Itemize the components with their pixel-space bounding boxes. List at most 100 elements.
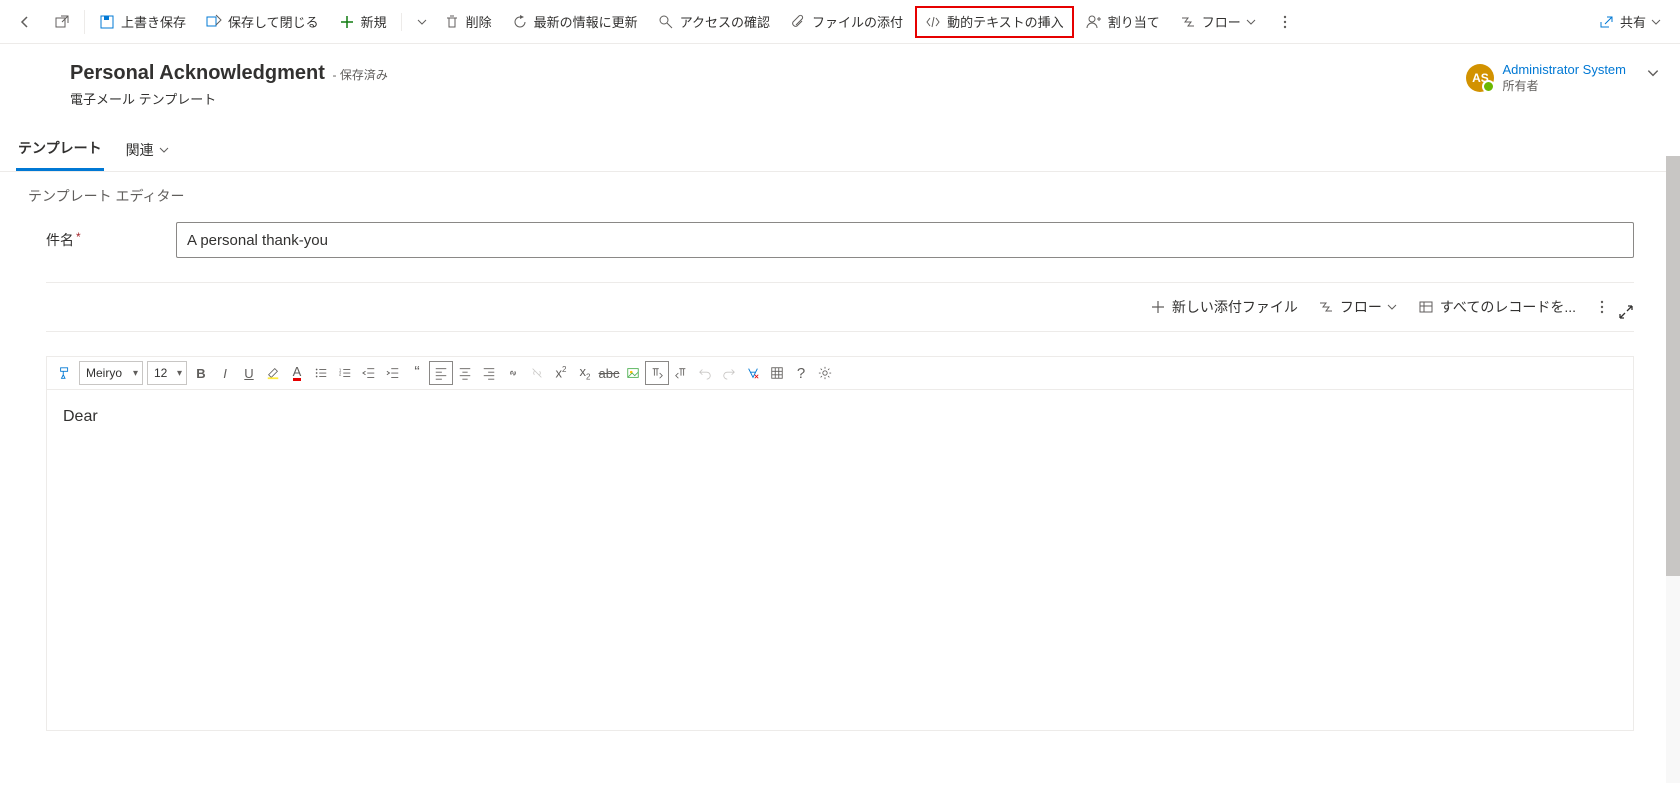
share-button[interactable]: 共有 (1590, 6, 1670, 38)
trash-icon (444, 14, 460, 30)
clear-format-button[interactable] (741, 361, 765, 385)
ltr-direction-button[interactable] (645, 361, 669, 385)
more-commands-button[interactable] (1269, 6, 1301, 38)
entity-subtitle: 電子メール テンプレート (70, 89, 1466, 108)
font-size-select[interactable]: 12 (147, 361, 187, 385)
table-icon (770, 366, 784, 380)
format-painter-button[interactable] (53, 361, 77, 385)
outdent-button[interactable] (357, 361, 381, 385)
all-records-button[interactable]: すべてのレコードを... (1410, 291, 1584, 323)
delete-button[interactable]: 削除 (436, 6, 500, 38)
share-label: 共有 (1620, 12, 1646, 31)
new-attachment-label: 新しい添付ファイル (1172, 297, 1298, 317)
image-icon (626, 366, 640, 380)
new-attachment-button[interactable]: 新しい添付ファイル (1142, 291, 1306, 323)
all-records-label: すべてのレコードを... (1440, 297, 1576, 317)
underline-button[interactable]: U (237, 361, 261, 385)
subject-value: A personal thank-you (187, 232, 328, 249)
insert-image-button[interactable] (621, 361, 645, 385)
refresh-button[interactable]: 最新の情報に更新 (504, 6, 646, 38)
ltr-icon (650, 366, 664, 380)
number-list-icon: 12 (338, 366, 352, 380)
subbar-flow-button[interactable]: フロー (1310, 291, 1406, 323)
highlight-icon (266, 366, 280, 380)
italic-button[interactable]: I (213, 361, 237, 385)
insert-dynamic-text-button[interactable]: 動的テキストの挿入 (915, 6, 1074, 38)
quote-icon: “ (414, 364, 419, 382)
strikethrough-button[interactable]: abc (597, 361, 621, 385)
rtl-direction-button[interactable] (669, 361, 693, 385)
flow-button[interactable]: フロー (1172, 6, 1265, 38)
open-new-window-button[interactable] (46, 6, 78, 38)
section-title: テンプレート エディター (16, 172, 1664, 220)
access-icon (658, 14, 674, 30)
save-close-icon (206, 14, 222, 30)
refresh-icon (512, 14, 528, 30)
command-bar: 上書き保存 保存して閉じる 新規 削除 最新の情報に更新 アクセスの確認 ファ (0, 0, 1680, 44)
assign-button[interactable]: 割り当て (1078, 6, 1168, 38)
font-color-icon: A (293, 366, 302, 381)
check-access-button[interactable]: アクセスの確認 (650, 6, 778, 38)
subscript-button[interactable]: x2 (573, 361, 597, 385)
number-list-button[interactable]: 12 (333, 361, 357, 385)
subject-input[interactable]: A personal thank-you (176, 222, 1634, 258)
chevron-down-icon (1386, 301, 1398, 313)
chevron-down-icon (1650, 16, 1662, 28)
avatar: AS (1466, 64, 1494, 92)
flow-icon (1180, 14, 1196, 30)
unlink-button[interactable] (525, 361, 549, 385)
grid-icon (1418, 299, 1434, 315)
tab-related[interactable]: 関連 (124, 130, 172, 170)
table-button[interactable] (765, 361, 789, 385)
bullet-list-button[interactable] (309, 361, 333, 385)
chevron-down-icon (1646, 66, 1660, 80)
tab-template[interactable]: テンプレート (16, 128, 104, 171)
align-left-button[interactable] (429, 361, 453, 385)
popout-icon (54, 14, 70, 30)
redo-button[interactable] (717, 361, 741, 385)
attach-file-button[interactable]: ファイルの添付 (782, 6, 911, 38)
unlink-icon (530, 366, 544, 380)
highlight-color-button[interactable] (261, 361, 285, 385)
dynamic-text-label: 動的テキストの挿入 (947, 12, 1064, 31)
expand-editor-button[interactable] (1618, 304, 1634, 320)
new-dropdown-button[interactable] (408, 6, 432, 38)
format-painter-icon (58, 366, 72, 380)
save-close-button[interactable]: 保存して閉じる (198, 6, 327, 38)
help-icon: ? (797, 365, 805, 382)
superscript-icon: x2 (556, 365, 567, 380)
assign-label: 割り当て (1108, 12, 1160, 31)
subbar-flow-label: フロー (1340, 297, 1382, 317)
header-expand-button[interactable] (1642, 62, 1664, 84)
help-button[interactable]: ? (789, 361, 813, 385)
superscript-button[interactable]: x2 (549, 361, 573, 385)
indent-button[interactable] (381, 361, 405, 385)
font-family-select[interactable]: Meiryo (79, 361, 143, 385)
flow-label: フロー (1202, 12, 1241, 31)
scrollbar-thumb[interactable] (1666, 156, 1680, 576)
link-button[interactable] (501, 361, 525, 385)
tabs: テンプレート 関連 (0, 128, 1680, 172)
new-button[interactable]: 新規 (331, 6, 395, 38)
settings-button[interactable] (813, 361, 837, 385)
bold-button[interactable]: B (189, 361, 213, 385)
back-arrow-icon (18, 14, 34, 30)
save-icon (99, 14, 115, 30)
assign-icon (1086, 14, 1102, 30)
editor-body[interactable]: Dear (47, 390, 1633, 730)
back-button[interactable] (10, 6, 42, 38)
blockquote-button[interactable]: “ (405, 361, 429, 385)
font-color-button[interactable]: A (285, 361, 309, 385)
subbar-more-button[interactable] (1588, 291, 1616, 323)
owner-section[interactable]: AS Administrator System 所有者 (1466, 62, 1626, 94)
separator (84, 10, 85, 34)
undo-button[interactable] (693, 361, 717, 385)
rte-toolbar: Meiryo 12 B I U A 12 “ x2 x2 abc (47, 357, 1633, 390)
align-right-button[interactable] (477, 361, 501, 385)
align-center-button[interactable] (453, 361, 477, 385)
save-close-label: 保存して閉じる (228, 12, 319, 31)
align-right-icon (482, 366, 496, 380)
save-button[interactable]: 上書き保存 (91, 6, 194, 38)
body-text: Dear (63, 408, 98, 425)
vertical-scrollbar[interactable] (1666, 156, 1680, 783)
